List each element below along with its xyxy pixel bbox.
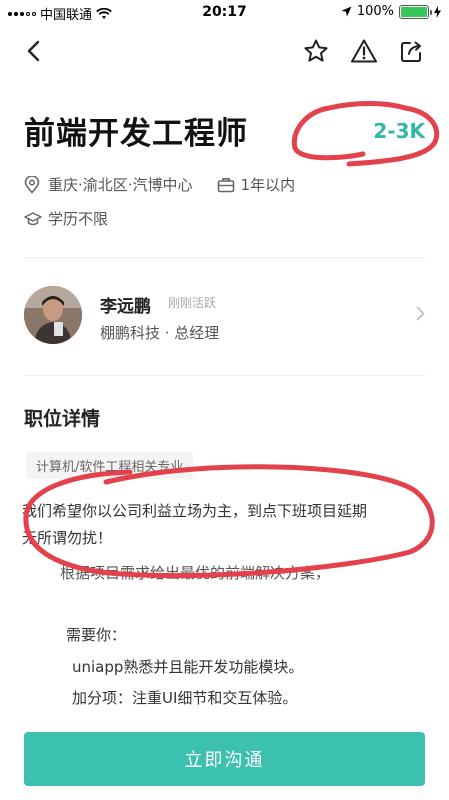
job-meta-row: 重庆·渝北区·汽博中心 1年以内 — [24, 174, 295, 195]
star-icon — [304, 39, 328, 62]
graduation-cap-icon — [24, 210, 42, 228]
recruiter-name: 李远鹏 — [100, 297, 151, 317]
description-line: 无所谓勿扰！ — [22, 529, 113, 547]
description-line: 加分项：注重UI细节和交互体验。 — [72, 689, 298, 707]
job-title: 前端开发工程师 — [24, 116, 248, 152]
status-bar: 中国联通 20:17 100% — [0, 0, 449, 26]
avatar — [24, 286, 82, 344]
job-experience: 1年以内 — [240, 176, 296, 194]
battery-percent: 100% — [356, 4, 394, 19]
description-block-4: uniapp熟悉并且能开发功能模块。 加分项：注重UI细节和交互体验。 — [72, 654, 429, 712]
job-education-row: 学历不限 — [24, 208, 108, 229]
nav-actions — [301, 36, 427, 66]
divider — [24, 257, 425, 258]
section-title: 职位详情 — [24, 408, 101, 430]
description-block-1: 我们希望你以公司利益立场为主，到点下班项目延期 无所谓勿扰！ — [22, 498, 429, 552]
chevron-right-icon — [416, 306, 425, 325]
report-button[interactable] — [349, 36, 379, 66]
recruiter-company: 棚鹏科技 · 总经理 — [100, 324, 220, 342]
description-line: uniapp熟悉并且能开发功能模块。 — [72, 658, 304, 676]
description-block-3: 需要你： — [66, 622, 429, 649]
description-line: 根据项目需求给出最优的前端解决方案， — [60, 564, 331, 582]
status-right: 100% — [341, 4, 441, 19]
nav-bar — [0, 30, 449, 74]
charging-icon — [434, 5, 441, 18]
description-line: 需要你： — [66, 626, 127, 644]
description-block-2: 根据项目需求给出最优的前端解决方案， — [60, 560, 429, 587]
divider — [24, 375, 425, 376]
favorite-button[interactable] — [301, 36, 331, 66]
location-arrow-icon — [341, 6, 352, 17]
chat-now-button[interactable]: 立即沟通 — [24, 732, 425, 786]
recruiter-card[interactable]: 李远鹏 刚刚活跃 棚鹏科技 · 总经理 — [24, 282, 425, 348]
job-education: 学历不限 — [48, 210, 109, 228]
major-tag: 计算机/软件工程相关专业 — [26, 452, 194, 479]
share-icon — [401, 41, 421, 62]
share-button[interactable] — [397, 36, 427, 66]
recruiter-active-status: 刚刚活跃 — [168, 296, 217, 310]
job-location: 重庆·渝北区·汽博中心 — [48, 176, 193, 194]
back-button[interactable] — [18, 36, 48, 66]
briefcase-icon — [217, 176, 235, 194]
back-icon — [27, 40, 40, 62]
battery-icon — [399, 4, 432, 19]
warning-icon — [351, 39, 377, 63]
description-line: 我们希望你以公司利益立场为主，到点下班项目延期 — [22, 502, 368, 520]
salary-label: 2-3K — [373, 119, 425, 143]
location-pin-icon — [24, 175, 42, 194]
bottom-action-bar: 立即沟通 — [0, 722, 449, 800]
